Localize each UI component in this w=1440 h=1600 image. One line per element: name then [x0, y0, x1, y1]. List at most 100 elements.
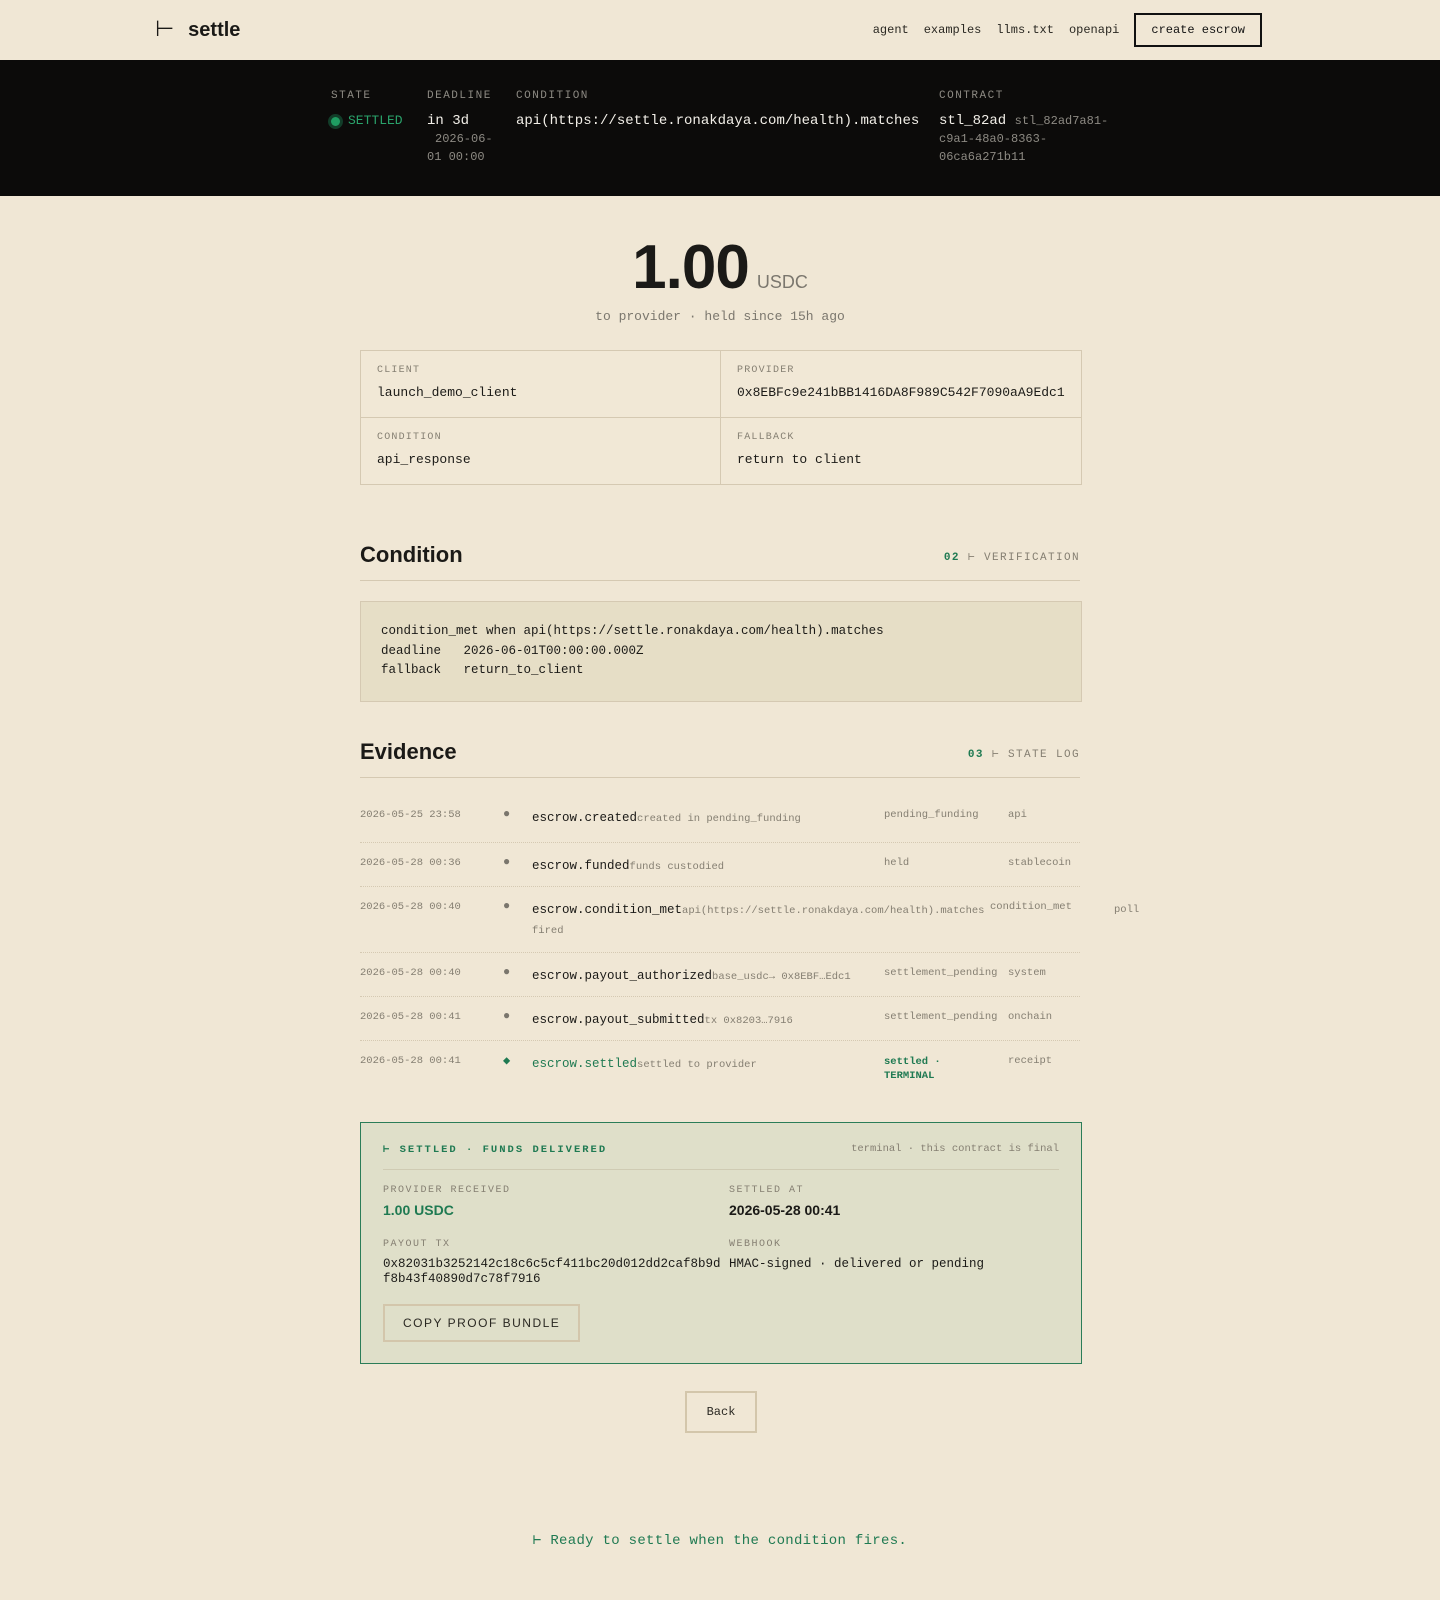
- bullet-icon: ●: [503, 899, 511, 913]
- row-source: onchain: [1008, 1011, 1053, 1023]
- webhook-label: WEBHOOK: [729, 1239, 782, 1250]
- contract-full-id-1[interactable]: stl_82ad7a81-: [1015, 114, 1109, 128]
- deadline-value: in 3d: [427, 113, 470, 129]
- contract-summary-band: STATE SETTLED DEADLINE in 3d 2026-06- 01…: [0, 60, 1440, 196]
- event-name: escrow.payout_submitted: [532, 1013, 705, 1027]
- provider-received-label: PROVIDER RECEIVED: [383, 1185, 511, 1196]
- contract-details-grid: CLIENT launch_demo_client PROVIDER 0x8EB…: [360, 350, 1082, 485]
- payout-tx-label: PAYOUT TX: [383, 1239, 451, 1250]
- evidence-section-tag-text: ⊢ STATE LOG: [991, 749, 1080, 761]
- table-row: 2026-05-28 00:36 ● escrow.fundedfunds cu…: [360, 843, 1080, 887]
- event-name: escrow.payout_authorized: [532, 969, 713, 983]
- row-timestamp: 2026-05-28 00:41: [360, 1055, 461, 1067]
- table-row: 2026-05-25 23:58 ● escrow.createdcreated…: [360, 795, 1080, 843]
- row-state: condition_met: [990, 901, 1072, 913]
- row-timestamp: 2026-05-25 23:58: [360, 809, 461, 821]
- event-desc: funds custodied: [629, 861, 725, 873]
- row-state: settlement_pending: [884, 967, 998, 979]
- provider-cell: PROVIDER 0x8EBFc9e241bBB1416DA8F989C542F…: [721, 351, 1081, 418]
- bullet-icon: ●: [503, 1009, 511, 1023]
- nav-link-agent[interactable]: agent: [873, 23, 909, 37]
- status-dot-icon: [331, 116, 340, 126]
- row-event: escrow.payout_authorizedbase_usdc→ 0x8EB…: [532, 966, 882, 987]
- nav-link-examples[interactable]: examples: [924, 23, 982, 37]
- state-text: SETTLED: [348, 113, 403, 128]
- event-name: escrow.condition_met: [532, 903, 683, 917]
- brand-name: settle: [188, 18, 241, 41]
- condition-column: CONDITION api(https://settle.ronakdaya.c…: [516, 90, 919, 130]
- row-timestamp: 2026-05-28 00:41: [360, 1011, 461, 1023]
- condition-section-header: Condition 02 ⊢ VERIFICATION: [360, 542, 1080, 581]
- client-cell: CLIENT launch_demo_client: [361, 351, 721, 418]
- client-value: launch_demo_client: [377, 385, 518, 400]
- amount-meta: to provider · held since 15h ago: [595, 309, 845, 324]
- contract-short-id: stl_82ad: [939, 113, 1007, 129]
- state-value: SETTLED: [331, 112, 403, 130]
- event-desc: tx 0x8203…7916: [704, 1015, 793, 1027]
- contract-value: stl_82ad stl_82ad7a81-: [939, 112, 1108, 130]
- nav-link-openapi[interactable]: openapi: [1069, 23, 1119, 37]
- settled-panel: ⊢ SETTLED · FUNDS DELIVERED terminal · t…: [360, 1122, 1082, 1364]
- deadline-date-1: 2026-06-: [435, 132, 493, 146]
- back-button[interactable]: Back: [685, 1391, 757, 1433]
- condition-section-title: Condition: [360, 542, 463, 567]
- state-log-table: 2026-05-25 23:58 ● escrow.createdcreated…: [360, 795, 1080, 1093]
- event-name: escrow.funded: [532, 859, 630, 873]
- deadline-date-2: 01 00:00: [427, 150, 485, 164]
- row-event: escrow.condition_metapi(https://settle.r…: [532, 900, 984, 941]
- provider-received-value: 1.00 USDC: [383, 1202, 454, 1218]
- condition-label: CONDITION: [516, 90, 589, 102]
- client-label: CLIENT: [377, 365, 421, 376]
- condition-type-label: CONDITION: [377, 432, 442, 443]
- row-source: poll: [1114, 904, 1140, 916]
- provider-label: PROVIDER: [737, 365, 795, 376]
- nav-link-llms[interactable]: llms.txt: [996, 23, 1054, 37]
- row-timestamp: 2026-05-28 00:40: [360, 967, 461, 979]
- create-escrow-button[interactable]: create escrow: [1134, 13, 1262, 47]
- escrow-amount: 1.00 USDC to provider · held since 15h ag…: [0, 232, 1440, 324]
- condition-type-value: api_response: [377, 452, 471, 467]
- row-state: settled · TERMINAL: [884, 1055, 941, 1083]
- amount-value: 1.00: [632, 233, 750, 302]
- footer-tagline: ⊢ Ready to settle when the condition fir…: [532, 1533, 908, 1549]
- event-desc: settled to provider: [637, 1059, 757, 1071]
- evidence-section-title: Evidence: [360, 739, 457, 764]
- row-state: settlement_pending: [884, 1011, 998, 1023]
- webhook-field: WEBHOOK HMAC-signed · delivered or pendi…: [729, 1239, 984, 1272]
- row-state: held: [884, 857, 910, 869]
- row-state: pending_funding: [884, 809, 979, 821]
- condition-value: api(https://settle.ronakdaya.com/health)…: [516, 113, 920, 129]
- brand-logo[interactable]: ⊢ settle: [155, 17, 240, 43]
- table-row: 2026-05-28 00:41 ● escrow.payout_submitt…: [360, 997, 1080, 1041]
- copy-proof-bundle-button[interactable]: COPY PROOF BUNDLE: [383, 1304, 581, 1342]
- payout-tx-value[interactable]: 0x82031b3252142c18c6c5cf411bc20d012dd2ca…: [383, 1257, 721, 1287]
- event-name: escrow.created: [532, 811, 638, 825]
- settled-status: ⊢ SETTLED · FUNDS DELIVERED: [383, 1144, 608, 1156]
- fallback-label: FALLBACK: [737, 432, 795, 443]
- row-event: escrow.settledsettled to provider: [532, 1054, 882, 1075]
- event-desc: base_usdc→ 0x8EBF…Edc1: [712, 971, 851, 983]
- nav-links: agent examples llms.txt openapi create e…: [873, 13, 1262, 47]
- payout-tx-field: PAYOUT TX 0x82031b3252142c18c6c5cf411bc2…: [383, 1239, 721, 1287]
- state-label: STATE: [331, 90, 372, 102]
- row-source: api: [1008, 809, 1027, 821]
- condition-code-block: condition_met when api(https://settle.ro…: [360, 601, 1082, 702]
- evidence-section-tag: 03 ⊢ STATE LOG: [968, 747, 1080, 761]
- top-nav: ⊢ settle agent examples llms.txt openapi…: [0, 0, 1440, 60]
- fallback-value: return to client: [737, 452, 862, 467]
- terminal-badge: TERMINAL: [884, 1070, 935, 1082]
- row-timestamp: 2026-05-28 00:36: [360, 857, 461, 869]
- settled-at-field: SETTLED AT 2026-05-28 00:41: [729, 1185, 840, 1218]
- condition-type-cell: CONDITION api_response: [361, 418, 721, 484]
- condition-section-tag-text: ⊢ VERIFICATION: [967, 552, 1080, 564]
- row-source: stablecoin: [1008, 857, 1072, 869]
- payout-tx-line-2: f8b43f40890d7c78f7916: [383, 1272, 541, 1286]
- row-timestamp: 2026-05-28 00:40: [360, 901, 461, 913]
- settled-at-value: 2026-05-28 00:41: [729, 1202, 841, 1218]
- contract-full-id-3: 06ca6a271b11: [939, 150, 1026, 164]
- row-event: escrow.payout_submittedtx 0x8203…7916: [532, 1010, 882, 1031]
- condition-section-num: 02: [943, 552, 960, 564]
- row-source: system: [1008, 967, 1046, 979]
- payout-tx-line-1: 0x82031b3252142c18c6c5cf411bc20d012dd2ca…: [383, 1257, 721, 1271]
- row-event: escrow.fundedfunds custodied: [532, 856, 882, 877]
